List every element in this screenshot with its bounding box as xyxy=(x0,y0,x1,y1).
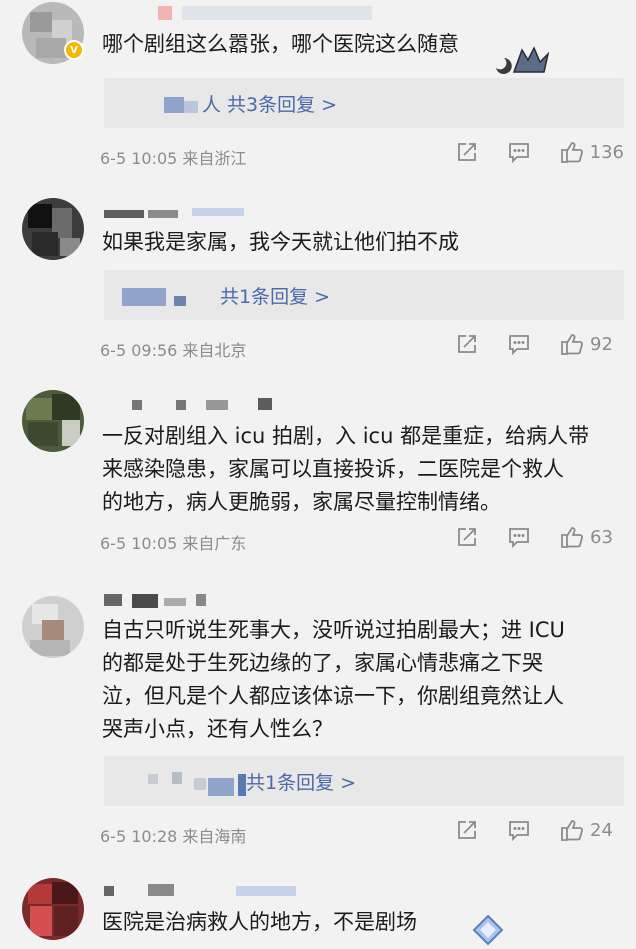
comment-text: 自古只听说生死事大，没听说过拍剧最大；进 ICU 的都是处于生死边缘的了，家属心… xyxy=(102,614,622,746)
like-count: 63 xyxy=(590,526,613,548)
avatar[interactable] xyxy=(22,596,84,658)
reply-summary[interactable]: 人 共3条回复 > xyxy=(104,78,624,128)
comment-icon[interactable] xyxy=(508,333,530,355)
share-icon[interactable] xyxy=(456,333,478,355)
comment-text-line: 的都是处于生死边缘的了，家属心情悲痛之下哭 xyxy=(102,651,543,675)
comment-text: 一反对剧组入 icu 拍剧，入 icu 都是重症，给病人带 来感染隐患，家属可以… xyxy=(102,420,622,519)
reply-summary[interactable]: 共1条回复 > xyxy=(104,756,624,806)
avatar[interactable] xyxy=(22,390,84,452)
comment-meta: 6-5 10:05 来自浙江 xyxy=(100,149,247,168)
share-icon[interactable] xyxy=(456,526,478,548)
comment-text-line: 哭声小点，还有人性么？ xyxy=(102,717,333,741)
reply-count-link[interactable]: 人 共3条回复 > xyxy=(202,90,337,117)
comment-text-line: 一反对剧组入 icu 拍剧，入 icu 都是重症，给病人带 xyxy=(102,424,590,448)
like-count: 136 xyxy=(589,141,624,163)
comment-text-line: 的地方，病人更脆弱，家属尽量控制情绪。 xyxy=(102,490,501,514)
avatar[interactable] xyxy=(22,878,84,940)
comment-meta: 6-5 09:56 来自北京 xyxy=(100,341,247,360)
comment-meta: 6-5 10:28 来自海南 xyxy=(100,827,247,846)
reply-count-link[interactable]: 共1条回复 > xyxy=(220,282,330,309)
like-count: 92 xyxy=(590,333,613,355)
comment-icon[interactable] xyxy=(508,526,530,548)
comment-text: 医院是治病救人的地方，不是剧场 xyxy=(102,910,417,934)
like-button[interactable]: 92 xyxy=(560,333,624,355)
comment-icon[interactable] xyxy=(508,819,530,841)
action-bar: 24 xyxy=(456,819,624,841)
emoji-sticker xyxy=(492,44,550,74)
action-bar: 63 xyxy=(456,526,624,548)
comment-text-line: 来感染隐患，家属可以直接投诉，二医院是个救人 xyxy=(102,457,564,481)
reply-summary[interactable]: 共1条回复 > xyxy=(104,270,624,320)
comment-text-line: 自古只听说生死事大，没听说过拍剧最大；进 ICU xyxy=(102,618,565,642)
share-icon[interactable] xyxy=(456,819,478,841)
avatar[interactable] xyxy=(22,198,84,260)
comment-icon[interactable] xyxy=(508,141,530,163)
like-button[interactable]: 63 xyxy=(560,526,624,548)
like-icon xyxy=(561,820,583,841)
like-button[interactable]: 136 xyxy=(560,141,624,163)
like-button[interactable]: 24 xyxy=(560,819,624,841)
like-count: 24 xyxy=(590,819,613,841)
comment-text: 如果我是家属，我今天就让他们拍不成 xyxy=(102,230,459,254)
like-icon xyxy=(561,334,583,355)
like-icon xyxy=(560,142,583,163)
verified-badge-icon: V xyxy=(64,40,84,60)
comment-text-line: 泣，但凡是个人都应该体谅一下，你剧组竟然让人 xyxy=(102,684,564,708)
emoji-sticker xyxy=(468,912,508,948)
share-icon[interactable] xyxy=(456,141,478,163)
comment-meta: 6-5 10:05 来自广东 xyxy=(100,534,247,553)
like-icon xyxy=(561,527,583,548)
reply-count-link[interactable]: 共1条回复 > xyxy=(246,768,356,795)
action-bar: 136 xyxy=(456,141,624,163)
action-bar: 92 xyxy=(456,333,624,355)
